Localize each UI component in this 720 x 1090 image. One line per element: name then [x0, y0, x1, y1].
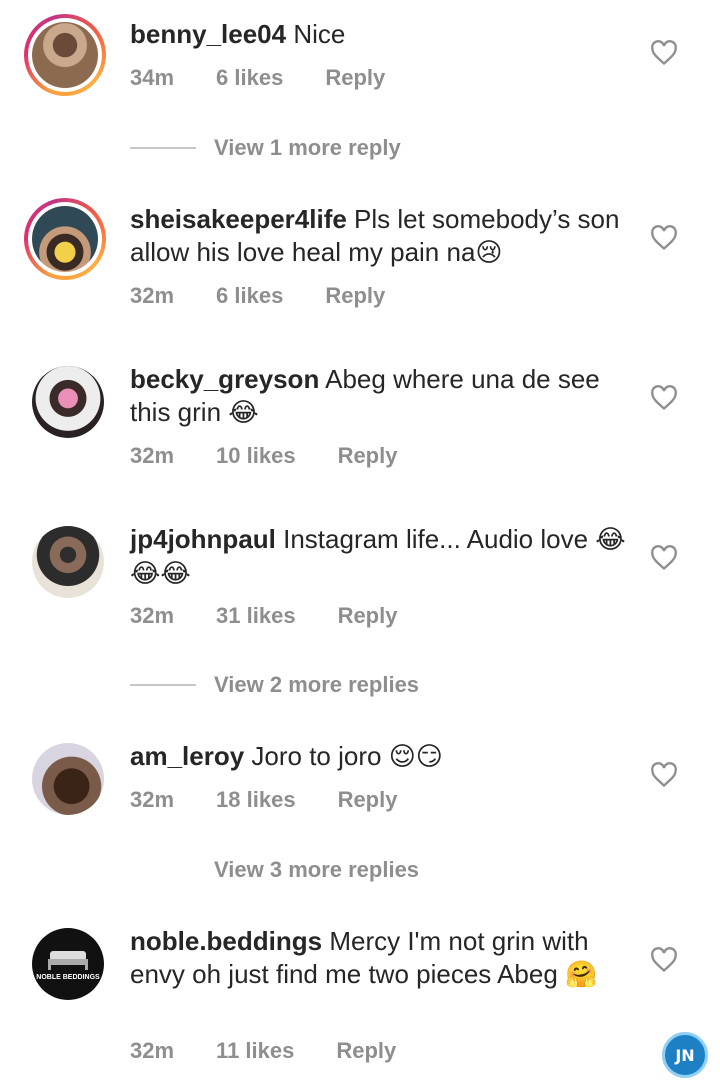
heart-icon[interactable] [650, 40, 678, 66]
avatar[interactable] [32, 366, 104, 438]
avatar[interactable] [24, 14, 106, 96]
comment-time: 32m [130, 603, 175, 628]
comment-username[interactable]: noble.beddings [130, 926, 322, 956]
view-more-replies-button[interactable]: View 2 more replies [130, 672, 419, 698]
comment-username[interactable]: jp4johnpaul [130, 524, 276, 554]
avatar[interactable] [24, 198, 106, 280]
avatar[interactable] [32, 526, 104, 598]
heart-icon[interactable] [650, 225, 678, 251]
reply-button[interactable]: Reply [338, 787, 398, 813]
comment-text: noble.beddings Mercy I'm not grin with e… [130, 925, 630, 992]
comment-text: sheisakeeper4life Pls let somebody’s son… [130, 203, 630, 270]
comment-likes[interactable]: 10 likes [216, 443, 296, 469]
comment-meta: 32m 10 likes Reply [130, 443, 439, 469]
comment-body: Instagram life... Audio love [275, 524, 596, 554]
view-more-replies-button[interactable]: View 3 more replies [130, 857, 419, 883]
comment-meta: 34m 6 likes Reply [130, 65, 427, 91]
comment-meta: 32m 11 likes Reply [130, 1038, 438, 1064]
emoji: 🤗 [565, 960, 598, 990]
comment-body: Nice [286, 19, 346, 49]
comment-time: 34m [130, 65, 175, 90]
emoji: 😢 [475, 238, 503, 268]
comment-meta: 32m 18 likes Reply [130, 787, 439, 813]
comment-text: becky_greyson Abeg where una de see this… [130, 363, 630, 430]
heart-icon[interactable] [650, 385, 678, 411]
comment-likes[interactable]: 6 likes [216, 283, 283, 309]
comment-text: benny_lee04 Nice [130, 18, 630, 51]
heart-icon[interactable] [650, 947, 678, 973]
avatar[interactable] [32, 743, 104, 815]
comment-meta: 32m 6 likes Reply [130, 283, 427, 309]
reply-button[interactable]: Reply [338, 443, 398, 469]
comment-body: Joro to joro [244, 741, 389, 771]
comment-time: 32m [130, 787, 175, 812]
avatar[interactable]: NOBLE BEDDINGS [32, 928, 104, 1000]
bed-icon [48, 951, 88, 970]
reply-button[interactable]: Reply [325, 65, 385, 91]
comment-likes[interactable]: 18 likes [216, 787, 296, 813]
reply-button[interactable]: Reply [325, 283, 385, 309]
heart-icon[interactable] [650, 762, 678, 788]
comment-username[interactable]: am_leroy [130, 741, 244, 771]
comment-time: 32m [130, 283, 175, 308]
comment-text: am_leroy Joro to joro 😌😏 [130, 740, 630, 774]
comment-username[interactable]: becky_greyson [130, 364, 319, 394]
comment-time: 32m [130, 443, 175, 468]
comment-time: 32m [130, 1038, 175, 1063]
heart-icon[interactable] [650, 545, 678, 571]
view-more-replies-button[interactable]: View 1 more reply [130, 135, 401, 161]
comment-meta: 32m 31 likes Reply [130, 603, 439, 629]
comment-text: jp4johnpaul Instagram life... Audio love… [130, 523, 630, 591]
reply-button[interactable]: Reply [336, 1038, 396, 1064]
comment-username[interactable]: sheisakeeper4life [130, 204, 347, 234]
comment-username[interactable]: benny_lee04 [130, 19, 286, 49]
emoji: 😌😏 [388, 742, 443, 772]
watermark-logo: JN [662, 1032, 708, 1078]
comment-likes[interactable]: 6 likes [216, 65, 283, 91]
comment-likes[interactable]: 31 likes [216, 603, 296, 629]
reply-button[interactable]: Reply [338, 603, 398, 629]
avatar-label: NOBLE BEDDINGS [36, 974, 100, 981]
comment-likes[interactable]: 11 likes [216, 1038, 294, 1064]
emoji: 😂 [228, 398, 259, 428]
